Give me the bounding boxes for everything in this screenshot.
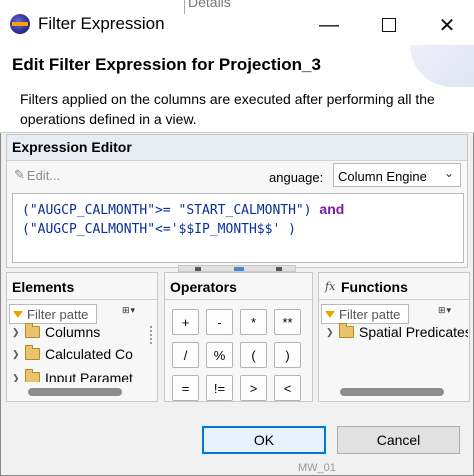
functions-horizontal-scrollbar[interactable]: [340, 388, 444, 396]
operator-not-equals-button[interactable]: !=: [206, 375, 233, 401]
tree-item-columns[interactable]: ❯ Columns: [12, 323, 101, 340]
functions-tree-clip: ❯ Spatial Predicates: [322, 322, 468, 344]
operator-close-paren-button[interactable]: ): [274, 342, 301, 368]
expand-arrow-icon: ❯: [12, 326, 20, 337]
cancel-button[interactable]: Cancel: [337, 426, 460, 454]
operator-equals-button[interactable]: =: [172, 375, 199, 401]
tree-item-label: Calculated Co: [45, 346, 133, 362]
operator-greater-button[interactable]: >: [240, 375, 267, 401]
minimize-button[interactable]: —: [314, 12, 344, 38]
dialog-description: Filters applied on the columns are execu…: [20, 91, 435, 127]
folder-icon: [25, 323, 40, 338]
maximize-button[interactable]: [374, 12, 404, 38]
edit-label: Edit...: [26, 167, 61, 183]
elements-horizontal-scrollbar[interactable]: [28, 388, 122, 396]
operator-open-paren-button[interactable]: (: [240, 342, 267, 368]
expand-arrow-icon: ❯: [12, 348, 20, 359]
background-divider: [184, 0, 185, 14]
operators-header-divider: [165, 299, 312, 300]
close-icon: ✕: [438, 14, 456, 37]
funnel-icon: [13, 311, 23, 318]
operator-minus-button[interactable]: -: [206, 309, 233, 335]
folder-icon: [25, 345, 40, 360]
expand-all-icon[interactable]: ⊞▾: [122, 305, 136, 316]
elements-filter-placeholder: Filter patte: [27, 307, 89, 322]
folder-icon: [339, 323, 354, 338]
functions-header-divider: [319, 299, 469, 300]
operator-plus-button[interactable]: +: [172, 309, 199, 335]
operator-less-button[interactable]: <: [274, 375, 301, 401]
expression-editor-title: Expression Editor: [12, 139, 132, 155]
elements-title: Elements: [12, 279, 75, 295]
tree-item-spatial-predicates[interactable]: ❯ Spatial Predicates: [326, 323, 468, 340]
functions-title: Functions: [341, 279, 408, 295]
tree-item-label: Spatial Predicates: [359, 324, 468, 340]
operator-divide-button[interactable]: /: [172, 342, 199, 368]
operator-power-button[interactable]: **: [274, 309, 301, 335]
expand-all-icon[interactable]: ⊞▾: [438, 305, 452, 316]
splitter-down-arrow-icon: [276, 267, 282, 271]
splitter-grip-icon: [234, 267, 244, 271]
tree-item-input-parameters[interactable]: ❯ Input Paramet: [12, 369, 133, 383]
functions-filter-input[interactable]: Filter patte: [321, 304, 409, 324]
expression-line1-code: ("AUGCP_CALMONTH">= "START_CALMONTH"): [22, 203, 312, 218]
language-select[interactable]: Column Engine: [333, 163, 461, 187]
pencil-icon: ✎: [14, 167, 25, 182]
background-fragment-text: MW_01: [298, 462, 336, 474]
tree-item-label: Input Paramet: [45, 370, 133, 382]
splitter-up-arrow-icon: [195, 267, 201, 271]
expand-arrow-icon: ❯: [12, 372, 20, 383]
maximize-icon: [382, 18, 396, 32]
background-details-text: Details: [188, 0, 231, 10]
folder-icon: [25, 369, 40, 382]
elements-vertical-scrollbar[interactable]: [150, 326, 153, 344]
tree-item-calculated-columns[interactable]: ❯ Calculated Co: [12, 345, 133, 362]
window-title: Filter Expression: [38, 14, 165, 33]
tree-item-label: Columns: [45, 324, 101, 340]
chevron-down-icon: ⌄: [444, 166, 455, 180]
expression-text-area[interactable]: ("AUGCP_CALMONTH">= "START_CALMONTH") an…: [12, 193, 464, 263]
tree-item-clip: ❯ Input Paramet: [8, 368, 148, 382]
operators-title: Operators: [170, 279, 237, 295]
edit-button[interactable]: ✎ Edit...: [14, 167, 60, 183]
expression-line2-code: ("AUGCP_CALMONTH"<='$$IP_MONTH$$' ): [22, 222, 296, 237]
expression-keyword-and: and: [319, 201, 345, 217]
header-divider: [0, 132, 474, 133]
elements-filter-input[interactable]: Filter patte: [9, 304, 97, 324]
eclipse-icon: [10, 14, 30, 34]
expand-arrow-icon: ❯: [326, 326, 334, 337]
language-value: Column Engine: [338, 169, 427, 184]
close-button[interactable]: ✕: [432, 12, 462, 38]
language-label: anguage:: [269, 170, 324, 185]
dialog-heading: Edit Filter Expression for Projection_3: [12, 55, 321, 74]
ok-button[interactable]: OK: [202, 426, 326, 454]
operator-multiply-button[interactable]: *: [240, 309, 267, 335]
elements-header-divider: [7, 299, 157, 300]
funnel-icon: [325, 311, 335, 318]
minimize-icon: —: [319, 13, 339, 36]
functions-filter-placeholder: Filter patte: [339, 307, 401, 322]
operator-modulo-button[interactable]: %: [206, 342, 233, 368]
fx-icon: fx: [325, 280, 336, 293]
